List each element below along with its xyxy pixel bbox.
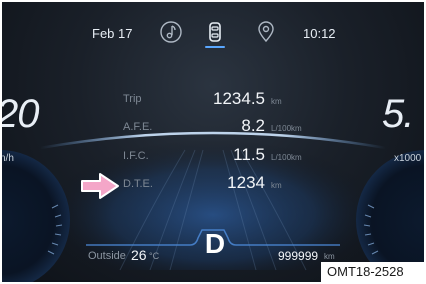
ifc-value: 11.5: [233, 145, 265, 164]
outside-temp-value: 26: [131, 247, 147, 263]
speedometer-ticks: [47, 204, 63, 255]
dte-label: D.T.E.: [123, 178, 153, 190]
tachometer-unit: x1000: [394, 153, 422, 164]
date-display: Feb 17: [92, 26, 133, 41]
afe-value: 8.2: [241, 116, 265, 135]
figure-code-label: OMT18-2528: [321, 262, 424, 282]
dte-unit: km: [271, 181, 282, 190]
dte-value: 1234: [227, 173, 265, 192]
location-pin-icon[interactable]: [254, 20, 278, 44]
ifc-label: I.F.C.: [123, 150, 149, 162]
trip-label: Trip: [123, 93, 142, 105]
music-note-icon[interactable]: [159, 20, 183, 44]
speedometer-unit: n/h: [0, 153, 14, 164]
pointer-arrow-icon: [81, 173, 119, 199]
odometer-unit: km: [324, 252, 335, 261]
trip-value: 1234.5: [213, 89, 265, 108]
car-icon[interactable]: [203, 20, 227, 44]
active-tab-indicator: [205, 46, 225, 48]
instrument-cluster: 20 n/h 5. x1000 Feb 17 10:12 Trip 1234.5…: [0, 0, 426, 284]
speedometer-value: 20: [0, 92, 39, 136]
odometer-value: 999999: [278, 249, 319, 263]
outside-temp-unit: °C: [149, 251, 160, 261]
afe-label: A.F.E.: [123, 121, 153, 133]
tachometer-value: 5.: [382, 92, 414, 136]
afe-unit: L/100km: [271, 124, 302, 133]
ifc-unit: L/100km: [271, 153, 302, 162]
outside-temp-label: Outside: [88, 250, 126, 262]
clock-display: 10:12: [303, 26, 336, 41]
trip-unit: km: [271, 97, 282, 106]
gear-indicator: D: [204, 228, 226, 259]
